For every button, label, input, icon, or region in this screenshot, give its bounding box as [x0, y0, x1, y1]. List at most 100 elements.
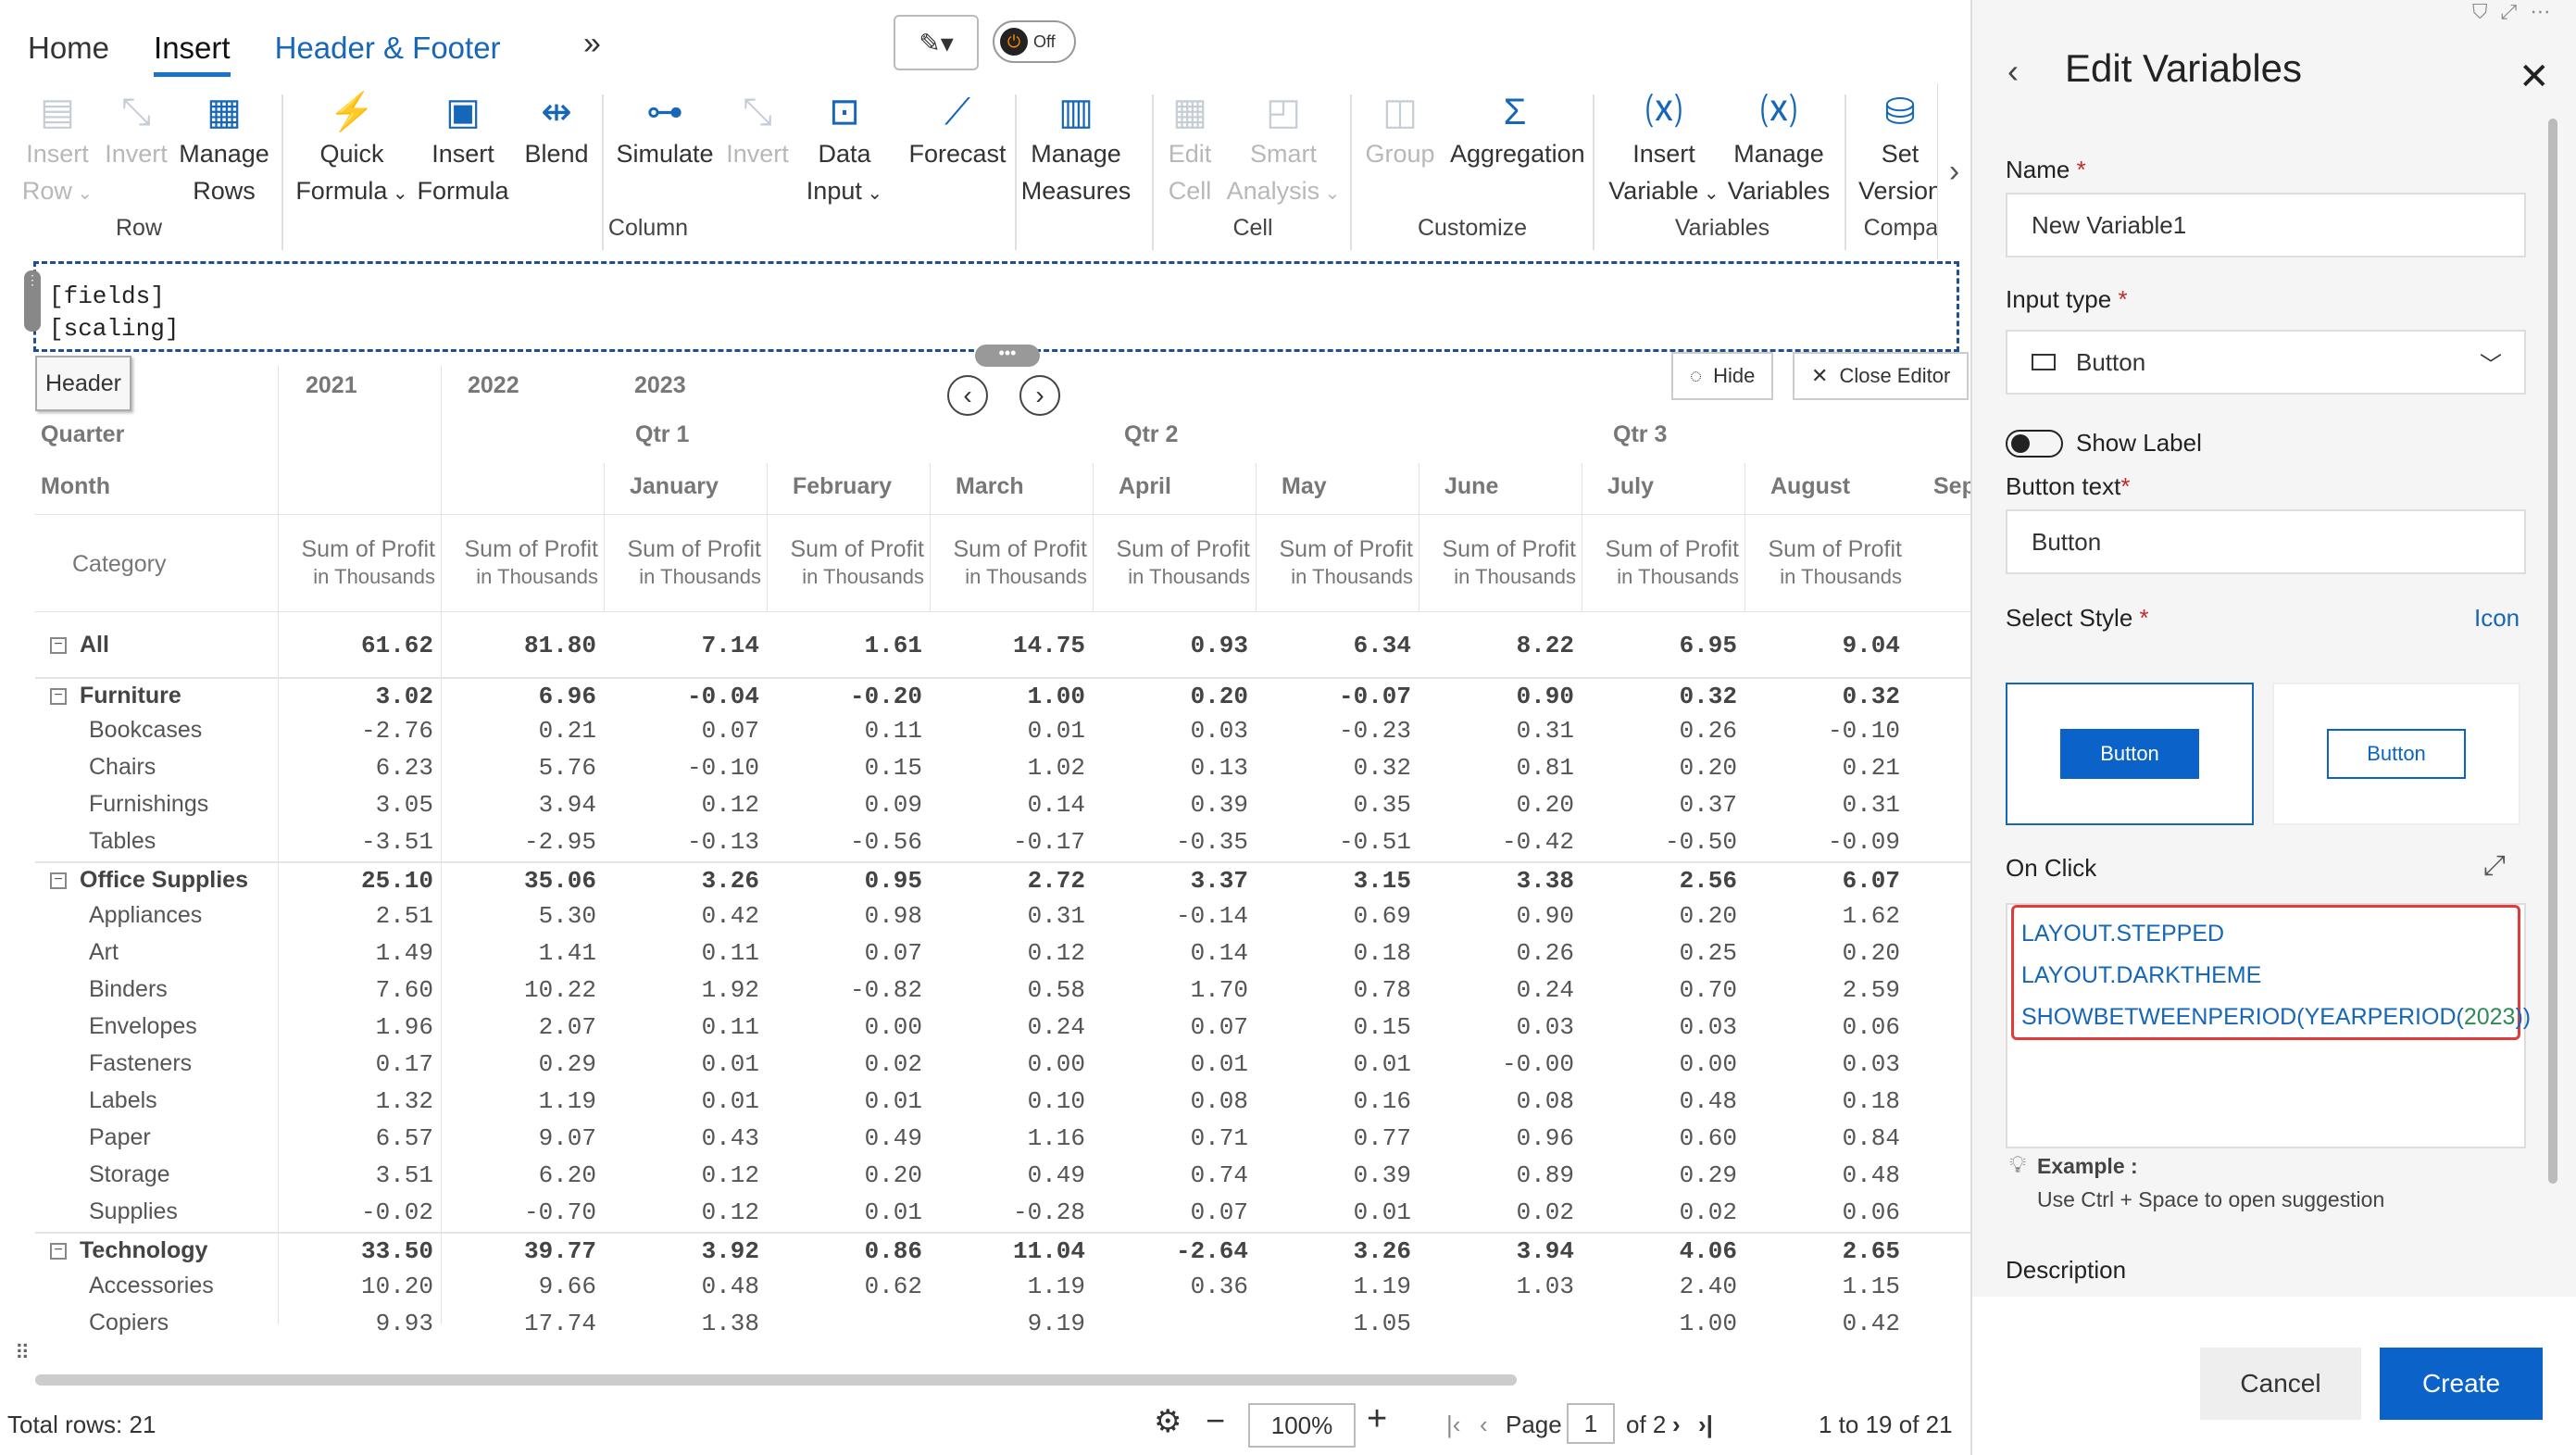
table-cell: 6.96	[538, 683, 596, 710]
header-button[interactable]: Header	[35, 356, 131, 411]
next-period-icon[interactable]: ›	[1019, 375, 1060, 416]
table-row[interactable]: Storage 3.51 6.20 0.12 0.20 0.49 0.74 0.39 0.89 0…	[35, 1158, 1970, 1195]
button-text-input[interactable]: Button	[2006, 509, 2526, 574]
hide-button[interactable]: ◌ Hide	[1671, 352, 1774, 400]
table-cell: 0.06	[1842, 1013, 1900, 1041]
collapse-icon[interactable]: −	[50, 637, 67, 654]
table-cell: 0.14	[1190, 939, 1248, 967]
create-button[interactable]: Create	[2380, 1348, 2543, 1420]
table-cell: 1.00	[1679, 1310, 1737, 1337]
tab-insert[interactable]: Insert	[154, 31, 231, 77]
settings-gear-icon[interactable]: ⚙	[1154, 1403, 1182, 1440]
ribbon-button-15[interactable]: ⒳ Insert Variable ⌄	[1599, 89, 1729, 212]
ribbon-button-13[interactable]: ◫ Group	[1335, 89, 1465, 172]
ribbon-button-10[interactable]: ▥ Manage Measures	[1011, 89, 1141, 209]
ribbon-button-3[interactable]: ⚡ Quick Formula ⌄	[287, 89, 417, 212]
expand-editor-icon[interactable]: ⤢	[2483, 850, 2506, 882]
table-row[interactable]: − Office Supplies 25.10 35.06 3.26 0.95 2.72 3.…	[35, 861, 1970, 898]
table-cell: 3.05	[375, 791, 433, 819]
table-row[interactable]: Fasteners 0.17 0.29 0.01 0.02 0.00 0.01 0.01 -0.…	[35, 1047, 1970, 1084]
style-option-filled[interactable]: Button	[2006, 683, 2254, 825]
table-row[interactable]: Art 1.49 1.41 0.11 0.07 0.12 0.14 0.18 0.26 0.25 0…	[35, 935, 1970, 972]
icon-link[interactable]: Icon	[2474, 604, 2520, 633]
ribbon-icon: ⒳	[1645, 92, 1682, 132]
table-cell: -0.00	[1501, 1050, 1574, 1078]
close-icon[interactable]: ✕	[2519, 56, 2550, 98]
tab-home[interactable]: Home	[28, 31, 109, 66]
on-click-editor[interactable]: LAYOUT.STEPPED LAYOUT.DARKTHEME SHOWBETW…	[2006, 903, 2531, 1148]
table-row[interactable]: Appliances 2.51 5.30 0.42 0.98 0.31 -0.14 0.69 0…	[35, 898, 1970, 935]
show-label-toggle[interactable]	[2006, 430, 2063, 458]
table-row[interactable]: Supplies -0.02 -0.70 0.12 0.01 -0.28 0.07 0.01 0…	[35, 1195, 1970, 1232]
table-row[interactable]: Bookcases -2.76 0.21 0.07 0.11 0.01 0.03 -0.23 0…	[35, 713, 1970, 750]
measure-header: Sum of Profit in Thousands	[1442, 536, 1577, 588]
collapse-icon[interactable]: −	[50, 872, 67, 889]
chevrons-right-icon[interactable]: »	[583, 26, 601, 62]
prev-period-icon[interactable]: ‹	[947, 375, 988, 416]
table-row[interactable]: − Technology 33.50 39.77 3.92 0.86 11.04 -2.64 3…	[35, 1232, 1970, 1269]
ribbon-button-12[interactable]: ◰ Smart Analysis ⌄	[1219, 89, 1348, 212]
collapse-icon[interactable]: −	[50, 688, 67, 705]
panel-scrollbar[interactable]	[2548, 119, 2557, 1184]
table-row[interactable]: Paper 6.57 9.07 0.43 0.49 1.16 0.71 0.77 0.96 0.6…	[35, 1121, 1970, 1158]
formula-editor[interactable]: [fields] [scaling]	[33, 261, 1959, 352]
expand-icon[interactable]: ⤢	[2501, 0, 2531, 23]
table-cell: 0.18	[1842, 1087, 1900, 1115]
table-row[interactable]: − Furniture 3.02 6.96 -0.04 -0.20 1.00 0.20 -0.0…	[35, 677, 1970, 714]
grip-icon[interactable]: ⠿	[15, 1341, 30, 1365]
filter-icon[interactable]: ⛉	[2472, 0, 2501, 23]
table-cell: 0.60	[1679, 1124, 1737, 1152]
table-row[interactable]: Labels 1.32 1.19 0.01 0.01 0.10 0.08 0.16 0.08 0.…	[35, 1084, 1970, 1121]
ribbon-label: Row ⌄	[21, 177, 94, 205]
ribbon-button-9[interactable]: ⟋ Forecast	[893, 89, 1022, 172]
next-page-icon[interactable]: ›	[1672, 1411, 1681, 1439]
format-painter-button[interactable]: ✎▾	[894, 15, 979, 70]
style-preview-filled: Button	[2060, 729, 2199, 779]
table-cell: 1.19	[1353, 1273, 1411, 1300]
zoom-out-icon[interactable]: −	[1206, 1401, 1225, 1440]
drag-handle-icon[interactable]: ⋮	[24, 270, 41, 332]
table-row[interactable]: Accessories 10.20 9.66 0.48 0.62 1.19 0.36 1.19…	[35, 1269, 1970, 1306]
table-row[interactable]: Copiers 9.93 17.74 1.38 9.19 1.05 1.00 0.42	[35, 1306, 1970, 1343]
resize-handle-icon[interactable]: •••	[975, 345, 1040, 367]
table-cell: 0.01	[1353, 1198, 1411, 1226]
back-icon[interactable]: ‹	[2007, 52, 2019, 91]
table-cell: 3.26	[1353, 1237, 1411, 1265]
zoom-input[interactable]: 100%	[1248, 1403, 1356, 1448]
power-toggle[interactable]: ⏻ Off	[993, 20, 1076, 63]
close-editor-button[interactable]: ✕ Close Editor	[1793, 352, 1970, 400]
collapse-icon[interactable]: −	[50, 1243, 67, 1260]
horizontal-scrollbar[interactable]	[35, 1374, 1517, 1386]
eye-off-icon: ◌	[1690, 364, 1703, 387]
month-header: June	[1444, 473, 1499, 499]
table-row[interactable]: Furnishings 3.05 3.94 0.12 0.09 0.14 0.39 0.35 0…	[35, 787, 1970, 824]
table-cell: 1.32	[375, 1087, 433, 1115]
ribbon-button-16[interactable]: ⒳ Manage Variables	[1714, 89, 1844, 209]
table-row[interactable]: Chairs 6.23 5.76 -0.10 0.15 1.02 0.13 0.32 0.81 0…	[35, 750, 1970, 787]
name-input[interactable]: New Variable1	[2006, 193, 2526, 257]
ribbon-scroll-right-icon[interactable]: ›	[1937, 83, 1970, 259]
cancel-button[interactable]: Cancel	[2200, 1348, 2361, 1420]
table-row[interactable]: Envelopes 1.96 2.07 0.11 0.00 0.24 0.07 0.15 0.0…	[35, 1010, 1970, 1047]
prev-page-icon[interactable]: ‹	[1480, 1411, 1488, 1439]
last-page-icon[interactable]: ›|	[1698, 1411, 1713, 1439]
page-input[interactable]: 1	[1567, 1403, 1615, 1444]
style-option-outlined[interactable]: Button	[2272, 683, 2520, 825]
ribbon-button-2[interactable]: ▦ Manage Rows	[159, 89, 289, 209]
table-row[interactable]: − All 61.62 81.80 7.14 1.61 14.75 0.93 6.34 8.22 6…	[35, 628, 1970, 665]
table-cell: 0.14	[1027, 791, 1085, 819]
hide-label: Hide	[1713, 364, 1756, 387]
ribbon-button-8[interactable]: ⊡ Data Input ⌄	[780, 89, 909, 212]
ribbon-button-14[interactable]: Σ Aggregation	[1450, 89, 1585, 172]
tab-header-footer[interactable]: Header & Footer	[275, 31, 501, 66]
table-cell: 0.98	[864, 902, 922, 930]
more-icon[interactable]: ⋯	[2530, 0, 2563, 23]
table-row[interactable]: Tables -3.51 -2.95 -0.13 -0.56 -0.17 -0.35 -0.5…	[35, 824, 1970, 861]
first-page-icon[interactable]: |‹	[1446, 1411, 1460, 1439]
table-row[interactable]: Binders 7.60 10.22 1.92 -0.82 0.58 1.70 0.78 0.2…	[35, 972, 1970, 1010]
table-cell: 2.72	[1027, 867, 1085, 895]
table-cell: 0.01	[1027, 717, 1085, 745]
zoom-in-icon[interactable]: +	[1367, 1399, 1387, 1439]
input-type-select[interactable]: Button ﹀	[2006, 330, 2526, 395]
table-cell: 0.90	[1516, 902, 1574, 930]
